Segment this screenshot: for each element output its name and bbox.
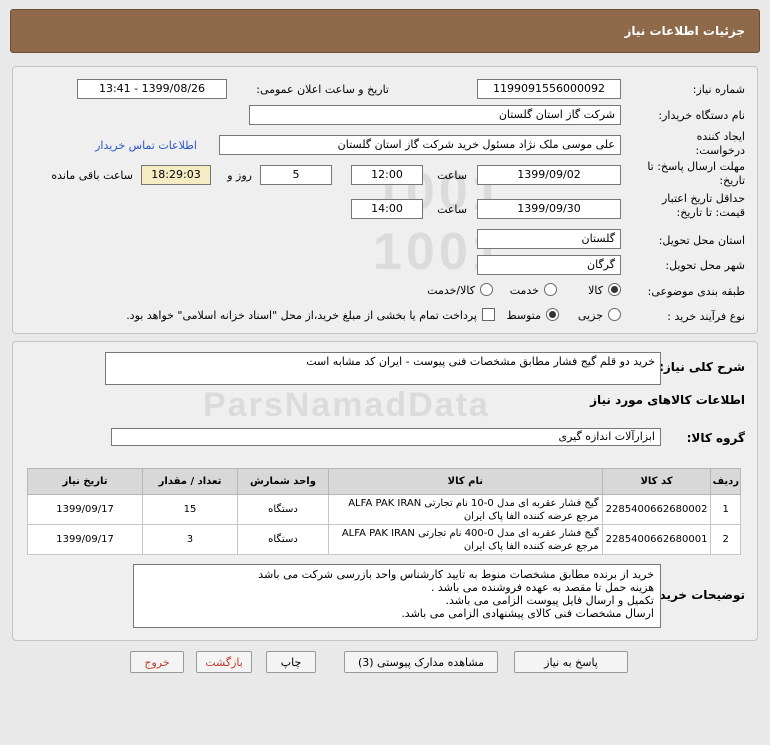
category-label: طبقه بندی موضوعی: (647, 285, 745, 298)
goods-name: گیج فشار عقربه ای مدل 0-400 نام تجارتی A… (328, 524, 603, 555)
treasury-payment-note: پرداخت تمام یا بخشی از مبلغ خرید،از محل … (126, 309, 477, 322)
buyer-notes-field: خرید از برنده مطابق مشخصات منوط به تایید… (133, 564, 661, 628)
province-field: گلستان (477, 229, 621, 249)
category-option-service: خدمت (509, 284, 539, 297)
announce-label: تاریخ و ساعت اعلان عمومی: (256, 83, 389, 96)
print-button[interactable]: چاپ (266, 651, 316, 673)
buyer-note-line: ارسال مشخصات فنی کالای پیشنهادی الزامی م… (401, 607, 654, 620)
goods-code: 2285400662680002 (601, 494, 712, 525)
back-button[interactable]: بازگشت (196, 651, 252, 673)
goods-group-field: ابزارآلات اندازه گیری (111, 428, 661, 446)
goods-info-title: اطلاعات کالاهای مورد نیاز (590, 393, 745, 407)
category-radio-goods-service[interactable] (480, 283, 493, 296)
row-number: 1 (710, 494, 741, 525)
goods-need-date: 1399/09/17 (26, 494, 144, 525)
buyer-org-field: شرکت گاز استان گلستان (249, 105, 621, 125)
category-radio-goods[interactable] (608, 283, 621, 296)
treasury-payment-checkbox[interactable] (482, 308, 495, 321)
category-radio-service[interactable] (544, 283, 557, 296)
reply-deadline-label: مهلت ارسال پاسخ: تا تاریخ: (647, 160, 745, 187)
goods-name-line1: گیج فشار عقربه ای مدل 0-400 نام تجارتی A… (341, 527, 599, 539)
city-field: گرگان (477, 255, 621, 275)
requester-field: علی موسی ملک نژاد مسئول خرید شرکت گاز اس… (219, 135, 621, 155)
announce-field: 1399/08/26 - 13:41 (77, 79, 227, 99)
goods-group-label: گروه کالا: (686, 431, 745, 445)
goods-qty: 15 (142, 494, 238, 525)
row-number: 2 (710, 524, 741, 555)
col-header-row-number: ردیف (710, 468, 741, 495)
goods-name: گیج فشار عقربه ای مدل 0-10 نام تجارتی AL… (328, 494, 603, 525)
buyer-note-line: هزینه حمل تا مقصد به عهده فروشنده می باش… (430, 581, 654, 594)
reply-time-label: ساعت (437, 169, 467, 182)
reply-button[interactable]: پاسخ به نیاز (514, 651, 628, 673)
summary-label: شرح کلی نیاز: (659, 360, 745, 374)
need-details-panel: ParsNamadData شرح کلی نیاز: خرید دو قلم … (12, 341, 758, 641)
exit-button[interactable]: خروج (130, 651, 184, 673)
goods-table: ردیف کد کالا نام کالا واحد شمارش تعداد /… (26, 468, 741, 555)
validity-time-field: 14:00 (351, 199, 423, 219)
category-option-goods: کالا (588, 284, 603, 297)
goods-name-line2: مرجع عرضه کننده الفا پاک ایران (463, 510, 599, 522)
summary-field: خرید دو قلم گیج فشار مطابق مشخصات فنی پی… (105, 352, 661, 385)
table-row: 2 2285400662680001 گیج فشار عقربه ای مدل… (26, 524, 741, 555)
reply-date-field: 1399/09/02 (477, 165, 621, 185)
need-number-label: شماره نیاز: (692, 83, 745, 96)
view-attachments-button[interactable]: مشاهده مدارک پیوستی (3) (344, 651, 498, 673)
remaining-time-field: 18:29:03 (141, 165, 211, 185)
buyer-note-line: خرید از برنده مطابق مشخصات منوط به تایید… (258, 568, 654, 581)
validity-date-field: 1399/09/30 (477, 199, 621, 219)
days-field: 5 (260, 165, 332, 185)
need-number-field: 1199091556000092 (477, 79, 621, 99)
goods-name-line2: مرجع عرضه کننده الفا پاک ایران (463, 540, 599, 552)
col-header-code: کد کالا (601, 468, 712, 495)
goods-table-header-row: ردیف کد کالا نام کالا واحد شمارش تعداد /… (26, 468, 741, 495)
need-info-panel: 1001 1001 شماره نیاز: 1199091556000092 تا… (12, 66, 758, 334)
goods-unit: دستگاه (236, 524, 330, 555)
process-label: نوع فرآیند خرید : (667, 310, 745, 323)
buyer-org-label: نام دستگاه خریدار: (658, 109, 745, 122)
col-header-unit: واحد شمارش (236, 468, 330, 495)
category-option-goods-service: کالا/خدمت (427, 284, 475, 297)
goods-code: 2285400662680001 (601, 524, 712, 555)
page-header: جزئیات اطلاعات نیاز (10, 9, 760, 53)
parsnamaddata-watermark-icon: ParsNamadData (203, 386, 490, 424)
process-radio-medium[interactable] (546, 308, 559, 321)
city-label: شهر محل تحویل: (665, 259, 745, 272)
buyer-note-line: تکمیل و ارسال فایل پیوست الزامی می باشد. (445, 594, 654, 607)
goods-qty: 3 (142, 524, 238, 555)
col-header-qty: تعداد / مقدار (142, 468, 238, 495)
col-header-name: نام کالا (328, 468, 603, 495)
process-option-medium: متوسط (506, 309, 541, 322)
goods-need-date: 1399/09/17 (26, 524, 144, 555)
col-header-date: تاریخ نیاز (26, 468, 144, 495)
process-option-minor: جزیی (577, 309, 603, 322)
remaining-label: ساعت باقی مانده (51, 169, 133, 182)
validity-time-label: ساعت (437, 203, 467, 216)
days-label: روز و (227, 169, 252, 182)
page-title: جزئیات اطلاعات نیاز (624, 24, 745, 38)
buyer-contact-link[interactable]: اطلاعات تماس خریدار (95, 139, 197, 152)
goods-name-line1: گیج فشار عقربه ای مدل 0-10 نام تجارتی AL… (348, 497, 599, 509)
reply-time-field: 12:00 (351, 165, 423, 185)
table-row: 1 2285400662680002 گیج فشار عقربه ای مدل… (26, 494, 741, 525)
process-radio-minor[interactable] (608, 308, 621, 321)
validity-label: حداقل تاریخ اعتبار قیمت: تا تاریخ: (661, 192, 745, 219)
province-label: استان محل تحویل: (658, 234, 745, 247)
goods-unit: دستگاه (236, 494, 330, 525)
requester-label: ایجاد کننده درخواست: (695, 130, 745, 157)
